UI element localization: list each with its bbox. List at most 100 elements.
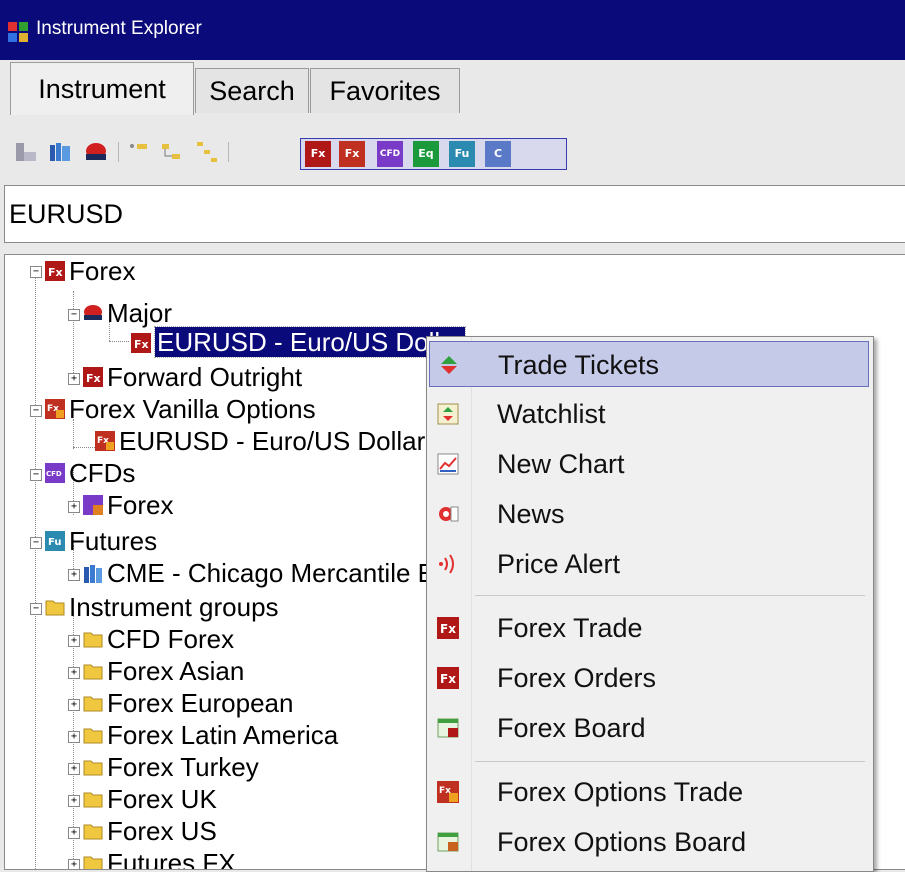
tree-node-eurusd-selected[interactable]: EURUSD - Euro/US Dollar bbox=[153, 326, 467, 358]
menu-item-forex-options-trade[interactable]: Fx Forex Options Trade bbox=[429, 769, 869, 815]
futures-filter-button[interactable]: Fu bbox=[449, 141, 475, 167]
menu-item-forex-options-board[interactable]: Forex Options Board bbox=[429, 819, 869, 865]
collapse-toggle[interactable]: − bbox=[30, 266, 42, 278]
expand-toggle[interactable]: + bbox=[68, 763, 80, 775]
tree-node-group[interactable]: Forex Latin America bbox=[107, 719, 338, 751]
menu-item-forex-orders[interactable]: Fx Forex Orders bbox=[429, 655, 869, 701]
collapse-toggle[interactable]: − bbox=[30, 603, 42, 615]
tree-deep-icon[interactable] bbox=[196, 140, 220, 164]
folder-icon bbox=[83, 728, 103, 744]
menu-separator bbox=[475, 595, 865, 596]
tree-node-futures[interactable]: Futures bbox=[69, 525, 157, 557]
svg-text:Fx: Fx bbox=[48, 266, 63, 279]
tree-node-group[interactable]: Forex European bbox=[107, 687, 293, 719]
tree-node-forex-vanilla-options[interactable]: Forex Vanilla Options bbox=[69, 393, 316, 425]
expand-toggle[interactable]: + bbox=[68, 501, 80, 513]
collapse-toggle[interactable]: − bbox=[30, 405, 42, 417]
tree-node-forex[interactable]: Forex bbox=[69, 255, 135, 287]
options-board-icon bbox=[437, 832, 459, 852]
asset-class-filter-group: Fx Fx CFD Eq Fu C bbox=[300, 138, 567, 170]
window-title: Instrument Explorer bbox=[36, 18, 202, 39]
expand-all-icon[interactable] bbox=[128, 140, 152, 164]
tree-node-instrument-groups[interactable]: Instrument groups bbox=[69, 591, 279, 623]
menu-item-trade-tickets[interactable]: Trade Tickets bbox=[429, 341, 869, 387]
expand-toggle[interactable]: + bbox=[68, 667, 80, 679]
news-icon bbox=[439, 506, 459, 522]
exchange-icon[interactable] bbox=[48, 140, 72, 164]
folder-icon bbox=[83, 792, 103, 808]
tree-node-eurusd-option[interactable]: EURUSD - Euro/US Dollar bbox=[119, 425, 425, 457]
tree-node-cfds[interactable]: CFDs bbox=[69, 457, 135, 489]
tree-connector bbox=[73, 291, 74, 385]
svg-text:Fx: Fx bbox=[440, 672, 456, 686]
watchlist-icon bbox=[437, 403, 459, 425]
tree-node-group[interactable]: Forex Asian bbox=[107, 655, 244, 687]
menu-item-forex-board[interactable]: Forex Board bbox=[429, 705, 869, 751]
cfd-filter-button[interactable]: CFD bbox=[377, 141, 403, 167]
search-input[interactable]: EURUSD bbox=[4, 185, 905, 243]
expand-toggle[interactable]: + bbox=[68, 731, 80, 743]
contract-options-filter-button[interactable]: C bbox=[485, 141, 511, 167]
menu-item-price-alert[interactable]: Price Alert bbox=[429, 541, 869, 587]
forex-icon: Fx bbox=[131, 333, 151, 353]
toolbar: Fx Fx CFD Eq Fu C bbox=[0, 120, 905, 182]
expand-toggle[interactable]: + bbox=[68, 827, 80, 839]
folder-icon bbox=[83, 760, 103, 776]
menu-item-watchlist[interactable]: Watchlist bbox=[429, 391, 869, 437]
tree-connector bbox=[73, 447, 95, 448]
price-alert-icon bbox=[439, 554, 454, 574]
expand-toggle[interactable]: + bbox=[68, 635, 80, 647]
toolbar-separator bbox=[228, 142, 229, 162]
major-category-icon bbox=[84, 305, 102, 320]
collapse-toggle[interactable]: − bbox=[68, 309, 80, 321]
equity-filter-button[interactable]: Eq bbox=[413, 141, 439, 167]
forex-options-filter-button[interactable]: Fx bbox=[339, 141, 365, 167]
tab-search[interactable]: Search bbox=[195, 68, 309, 113]
tab-strip: Instrument Search Favorites bbox=[0, 60, 905, 120]
tab-favorites[interactable]: Favorites bbox=[310, 68, 460, 113]
collapse-toggle[interactable]: − bbox=[30, 537, 42, 549]
futures-icon: Fu bbox=[45, 531, 65, 551]
menu-item-forex-trade[interactable]: Fx Forex Trade bbox=[429, 605, 869, 651]
app-grid-icon bbox=[8, 22, 28, 42]
svg-text:Fx: Fx bbox=[440, 622, 456, 636]
expand-toggle[interactable]: + bbox=[68, 859, 80, 869]
board-icon bbox=[437, 718, 459, 738]
tree-node-cfd-forex[interactable]: Forex bbox=[107, 489, 173, 521]
tree-node-group[interactable]: CFD Forex bbox=[107, 623, 234, 655]
tree-node-forward-outright[interactable]: Forward Outright bbox=[107, 361, 302, 393]
folder-icon bbox=[83, 632, 103, 648]
forex-options-icon: Fx bbox=[45, 399, 65, 419]
tab-instrument[interactable]: Instrument bbox=[10, 62, 194, 115]
tree-node-group[interactable]: Forex Turkey bbox=[107, 751, 259, 783]
menu-item-news[interactable]: News bbox=[429, 491, 869, 537]
collapse-toggle[interactable]: − bbox=[30, 469, 42, 481]
forex-filter-button[interactable]: Fx bbox=[305, 141, 331, 167]
svg-text:Fu: Fu bbox=[48, 537, 61, 548]
trade-tickets-icon bbox=[441, 356, 457, 374]
expand-toggle[interactable]: + bbox=[68, 569, 80, 581]
tree-node-group[interactable]: Forex UK bbox=[107, 783, 217, 815]
tree-node-group[interactable]: Futures FX bbox=[107, 847, 236, 869]
svg-text:Fx: Fx bbox=[86, 372, 101, 385]
forex-options-icon: Fx bbox=[437, 781, 459, 803]
expand-toggle[interactable]: + bbox=[68, 795, 80, 807]
tree-node-major[interactable]: Major bbox=[107, 297, 172, 329]
forex-icon: Fx bbox=[83, 367, 103, 387]
folder-icon bbox=[83, 824, 103, 840]
major-category-icon[interactable] bbox=[84, 140, 108, 164]
cfd-forex-icon bbox=[83, 495, 103, 515]
exchange-icon bbox=[84, 565, 102, 583]
tree-level-icon[interactable] bbox=[160, 140, 184, 164]
forex-icon: Fx bbox=[45, 261, 65, 281]
expand-toggle[interactable]: + bbox=[68, 699, 80, 711]
folder-icon bbox=[83, 696, 103, 712]
svg-text:CFD: CFD bbox=[46, 470, 62, 478]
instrument-grey-icon[interactable] bbox=[14, 140, 38, 164]
cfd-icon: CFD bbox=[45, 463, 65, 483]
tree-node-group[interactable]: Forex US bbox=[107, 815, 217, 847]
menu-item-new-chart[interactable]: New Chart bbox=[429, 441, 869, 487]
folder-icon bbox=[45, 600, 65, 616]
svg-text:Fx: Fx bbox=[134, 338, 149, 351]
expand-toggle[interactable]: + bbox=[68, 373, 80, 385]
